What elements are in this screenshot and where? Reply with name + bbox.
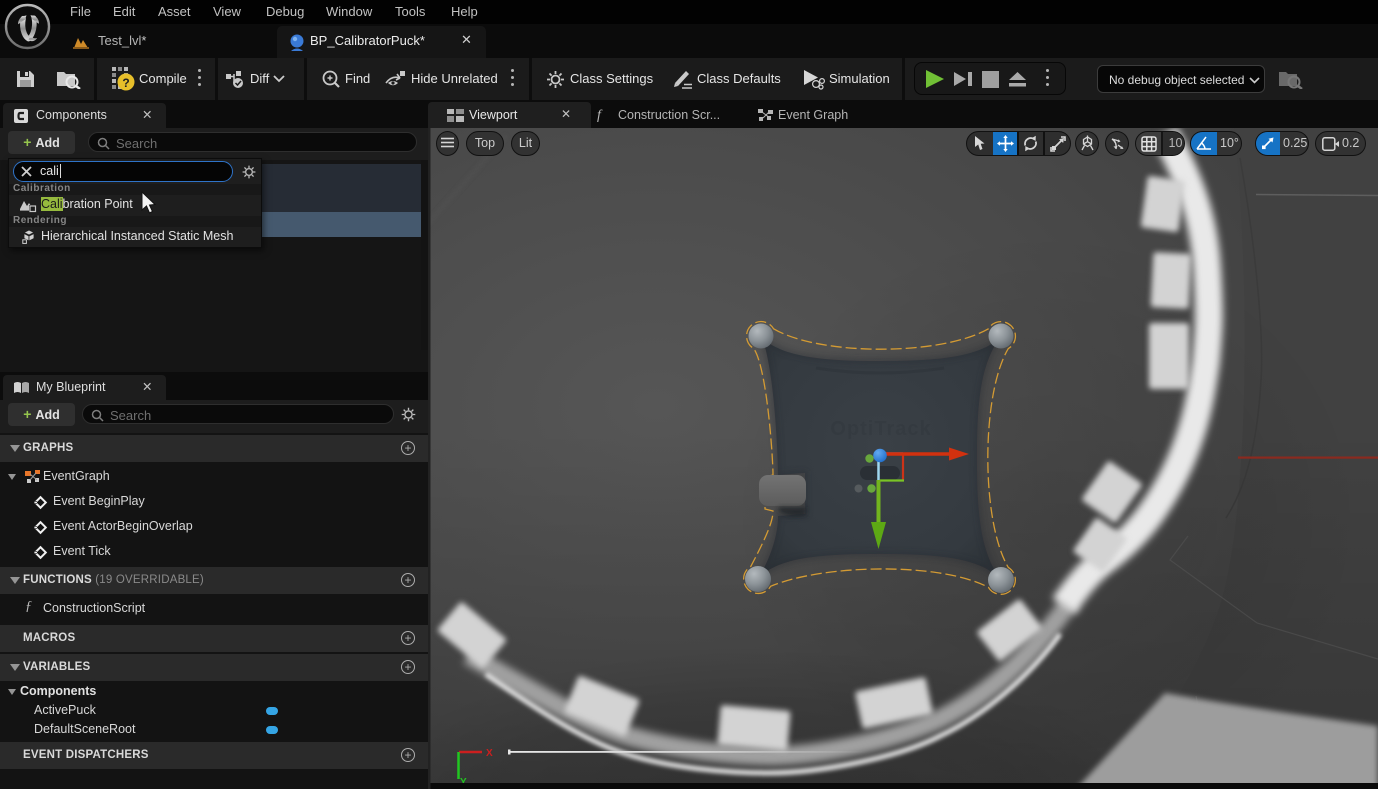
svg-text:?: ?: [122, 76, 129, 90]
svg-text:OptiTrack: OptiTrack: [830, 418, 931, 440]
svg-text:X: X: [486, 748, 493, 759]
